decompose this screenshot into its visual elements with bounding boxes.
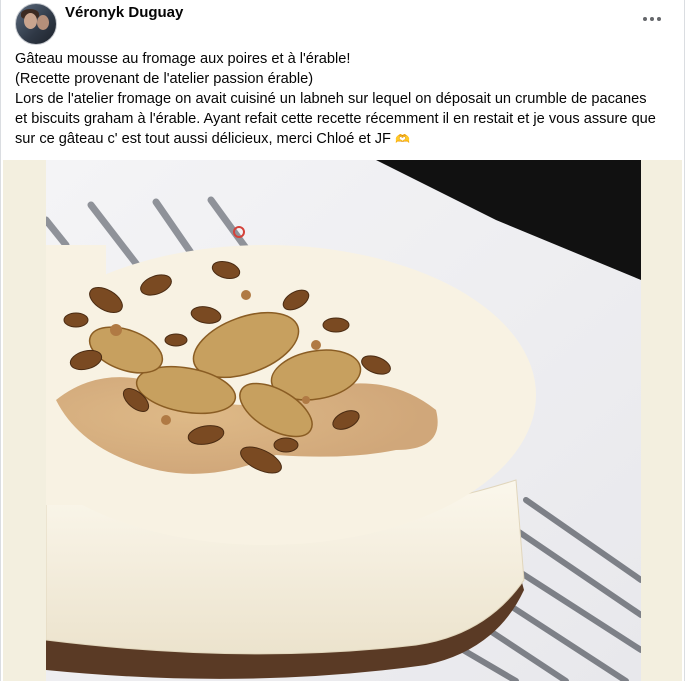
post-photo[interactable] (46, 160, 641, 681)
post-header: Véronyk Duguay (15, 3, 183, 45)
post-text: Gâteau mousse au fromage aux poires et à… (15, 49, 675, 149)
post-photo-container[interactable] (3, 160, 682, 681)
author-name[interactable]: Véronyk Duguay (65, 4, 183, 21)
post-text-line: Lors de l'atelier fromage on avait cuisi… (15, 91, 647, 107)
post-text-line: Gâteau mousse au fromage aux poires et à… (15, 51, 351, 67)
post-text-line: et biscuits graham à l'érable. Ayant ref… (15, 111, 656, 127)
avatar[interactable] (15, 3, 57, 45)
post-text-line: sur ce gâteau c' est tout aussi délicieu… (15, 131, 410, 147)
more-options-icon[interactable] (638, 7, 666, 31)
praying-hands-icon: 🫶 (394, 132, 410, 146)
post-card: Véronyk Duguay Gâteau mousse au fromage … (0, 0, 685, 681)
post-text-line: (Recette provenant de l'atelier passion … (15, 71, 314, 87)
cake-photo-illustration (46, 160, 641, 681)
